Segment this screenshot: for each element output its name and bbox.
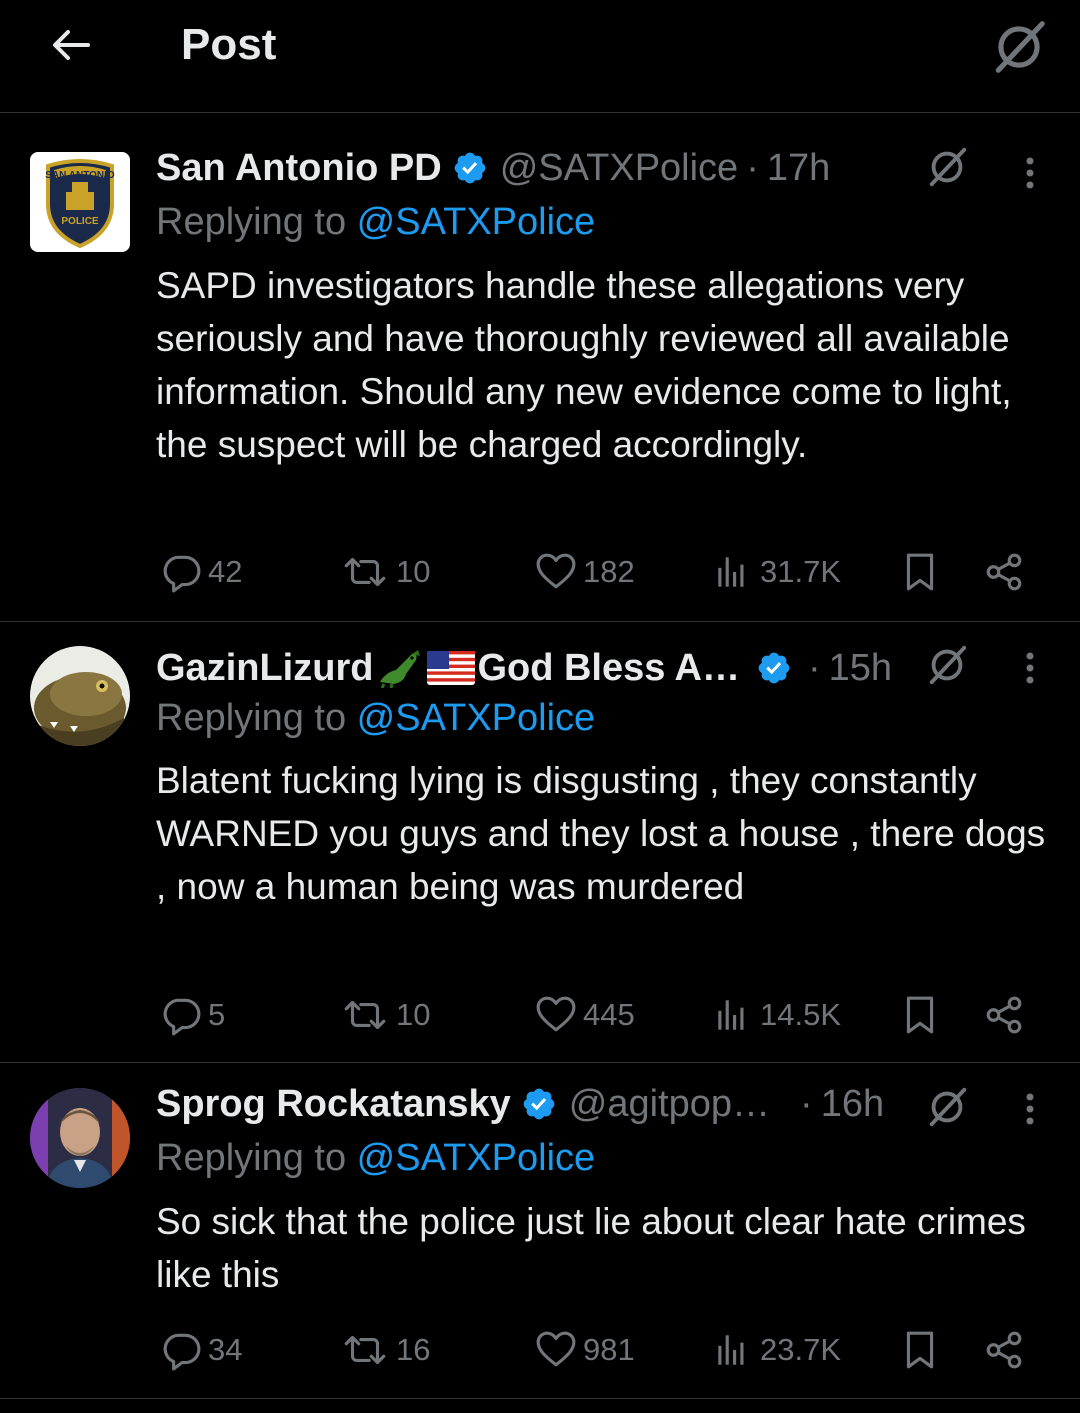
mention-link[interactable]: @SATXPolice [357,1137,596,1179]
share-icon[interactable] [983,994,1025,1036]
display-name[interactable]: Sprog Rockatansky [156,1083,511,1126]
display-name-suffix[interactable]: God Bless A… [477,647,740,690]
more-icon[interactable] [1010,648,1050,688]
share-icon[interactable] [983,1329,1025,1371]
repost-icon [340,994,390,1036]
verified-badge-icon [756,650,792,686]
grok-icon[interactable] [924,1084,970,1130]
display-name[interactable]: GazinLizurd [156,647,373,690]
repost-icon [340,551,390,593]
repost-count: 10 [396,997,431,1032]
badge-text-bottom: POLICE [61,216,99,227]
bookmark-icon[interactable] [899,551,941,593]
mention-link[interactable]: @SATXPolice [357,201,596,243]
tweet-header: GazinLizurd God Bless A… · 15h [156,643,892,693]
like-button[interactable]: 981 [535,1329,635,1371]
views-button[interactable]: 31.7K [712,551,841,593]
separator-dot: · [800,1082,813,1125]
reply-count: 42 [208,554,243,589]
more-icon[interactable] [1010,1089,1050,1129]
reply-button[interactable]: 42 [160,551,242,593]
tweet-text: So sick that the police just lie about c… [156,1201,1026,1295]
like-count: 981 [583,1332,635,1367]
reply-icon [160,994,202,1036]
us-flag-emoji [427,651,476,685]
repost-icon [340,1329,390,1371]
views-icon [712,1329,754,1371]
page-title: Post [181,20,277,69]
grok-icon[interactable] [924,144,970,190]
more-icon[interactable] [1010,153,1050,193]
handle[interactable]: @agitpop… [569,1083,770,1126]
avatar[interactable] [30,646,130,746]
repost-button[interactable]: 10 [340,551,430,593]
alligator-avatar-image [34,672,126,746]
display-name[interactable]: San Antonio PD [156,147,442,190]
views-button[interactable]: 23.7K [712,1329,841,1371]
share-icon[interactable] [983,551,1025,593]
like-count: 182 [583,554,635,589]
replying-to: Replying to @SATXPolice [156,697,595,740]
repost-button[interactable]: 16 [340,1329,430,1371]
alligator-emoji [380,650,421,688]
reply-icon [160,1329,202,1371]
person-avatar-image [30,1088,130,1188]
avatar[interactable] [30,1088,130,1188]
like-icon [535,994,577,1036]
reply-count: 5 [208,997,226,1032]
replying-prefix: Replying to [156,697,357,739]
views-icon [712,551,754,593]
timestamp[interactable]: 15h [829,647,892,690]
separator-dot: · [746,146,759,189]
separator-dot: · [807,646,821,689]
reply-button[interactable]: 5 [160,994,225,1036]
repost-button[interactable]: 10 [340,994,430,1036]
replying-prefix: Replying to [156,1137,357,1179]
reply-icon [160,551,202,593]
timestamp[interactable]: 17h [767,147,830,190]
grok-icon[interactable] [924,642,970,688]
like-count: 445 [583,997,635,1032]
mention-link[interactable]: @SATXPolice [357,697,596,739]
views-icon [712,994,754,1036]
repost-count: 16 [396,1332,431,1367]
repost-count: 10 [396,554,431,589]
handle[interactable]: @SATXPolice [500,147,739,190]
replying-to: Replying to @SATXPolice [156,1137,595,1180]
tweet-gazinlizurd[interactable]: GazinLizurd God Bless A… · 15h Replying … [0,622,1080,1063]
replying-prefix: Replying to [156,201,357,243]
like-icon [535,551,577,593]
views-count: 14.5K [760,997,842,1032]
reply-count: 34 [208,1332,243,1367]
badge-text-top: SAN ANTONIO [45,170,115,181]
tweet-satxpolice[interactable]: SAN ANTONIO POLICE San Antonio PD @SATXP… [0,113,1080,622]
tweet-agitpop[interactable]: Sprog Rockatansky @agitpop… · 16h Replyi… [0,1063,1080,1399]
police-badge-logo: SAN ANTONIO POLICE [45,159,115,249]
back-arrow-icon[interactable] [46,20,96,70]
views-count: 31.7K [760,554,842,589]
tweet-text: SAPD investigators handle these allegati… [156,265,1012,465]
bookmark-icon[interactable] [899,1329,941,1371]
reply-button[interactable]: 34 [160,1329,242,1371]
like-button[interactable]: 182 [535,551,635,593]
top-bar: Post [0,0,1080,113]
like-icon [535,1329,577,1371]
verified-badge-icon [521,1086,557,1122]
tweet-text: Blatent fucking lying is disgusting , th… [156,760,1046,907]
tweet-header: Sprog Rockatansky @agitpop… · 16h [156,1079,884,1129]
replying-to: Replying to @SATXPolice [156,201,595,244]
avatar[interactable]: SAN ANTONIO POLICE [30,152,130,252]
timestamp[interactable]: 16h [821,1083,884,1126]
grok-icon[interactable] [988,16,1050,78]
verified-badge-icon [452,150,488,186]
views-button[interactable]: 14.5K [712,994,841,1036]
like-button[interactable]: 445 [535,994,635,1036]
tweet-header: San Antonio PD @SATXPolice · 17h [156,143,830,193]
bookmark-icon[interactable] [899,994,941,1036]
views-count: 23.7K [760,1332,842,1367]
